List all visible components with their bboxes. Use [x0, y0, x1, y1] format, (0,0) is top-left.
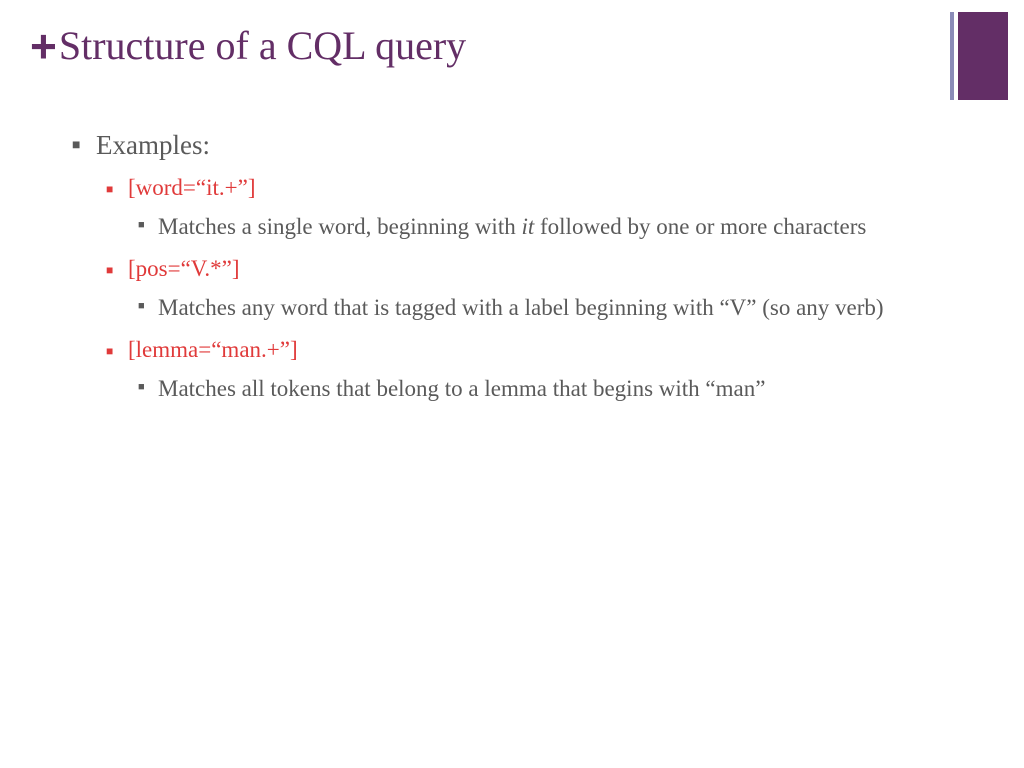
slide: + Structure of a CQL query Examples: [wo… [0, 0, 1024, 768]
example-code: [pos=“V.*”] [128, 256, 240, 282]
example-code: [lemma=“man.+”] [128, 337, 298, 363]
examples-label: Examples: [96, 130, 210, 161]
corner-decoration [950, 12, 1008, 100]
example-description: Matches all tokens that belong to a lemm… [158, 373, 765, 404]
bullet-icon [72, 130, 96, 161]
bullet-icon [106, 256, 128, 282]
plus-icon: + [30, 23, 57, 69]
corner-block [958, 12, 1008, 100]
bullet-level2: [lemma=“man.+”] [106, 337, 984, 363]
corner-line [950, 12, 954, 100]
content-area: Examples: [word=“it.+”] Matches a single… [72, 130, 984, 418]
bullet-level3: Matches any word that is tagged with a l… [138, 292, 984, 323]
example-description: Matches any word that is tagged with a l… [158, 292, 884, 323]
bullet-icon [106, 337, 128, 363]
bullet-icon [138, 373, 158, 404]
bullet-icon [106, 175, 128, 201]
bullet-level1: Examples: [72, 130, 984, 161]
bullet-level3: Matches all tokens that belong to a lemm… [138, 373, 984, 404]
bullet-icon [138, 211, 158, 242]
example-description: Matches a single word, beginning with it… [158, 211, 866, 242]
bullet-level2: [pos=“V.*”] [106, 256, 984, 282]
bullet-level2: [word=“it.+”] [106, 175, 984, 201]
bullet-level3: Matches a single word, beginning with it… [138, 211, 984, 242]
example-code: [word=“it.+”] [128, 175, 255, 201]
slide-title: Structure of a CQL query [59, 22, 466, 69]
bullet-icon [138, 292, 158, 323]
title-row: + Structure of a CQL query [30, 22, 466, 69]
italic-word: it [521, 214, 534, 239]
